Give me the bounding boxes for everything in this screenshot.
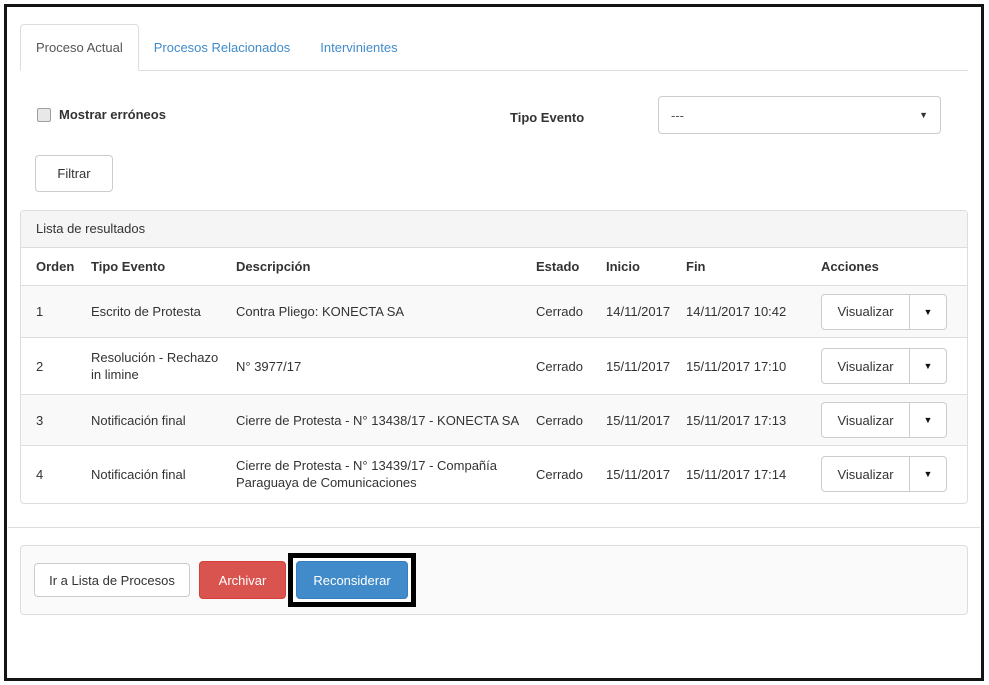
cell-tipo-evento: Escrito de Protesta [91,304,201,319]
chevron-down-icon: ▼ [919,110,928,120]
cell-orden: 2 [36,358,44,374]
col-header-tipo-evento: Tipo Evento [91,259,166,274]
col-header-descripcion: Descripción [236,259,311,274]
table-row: 1 Escrito de Protesta Contra Pliego: KON… [21,285,967,338]
visualizar-button-label: Visualizar [837,412,894,428]
visualizar-button[interactable]: Visualizar [821,293,910,330]
visualizar-button-label: Visualizar [837,304,894,319]
cell-descripcion: Cierre de Protesta - N° 13439/17 - Compa… [236,458,497,491]
tab-procesos-relacionados[interactable]: Procesos Relacionados [139,25,306,70]
cell-fin: 14/11/2017 10:42 [686,304,787,319]
cell-descripcion: Cierre de Protesta - N° 13438/17 - KONEC… [236,412,520,428]
table-row: 4 Notificación final Cierre de Protesta … [21,445,967,503]
window-border: Proceso Actual Procesos Relacionados Int… [4,4,984,681]
cell-estado: Cerrado [536,304,583,319]
cell-tipo-evento: Resolución - Rechazo in limine [91,350,219,382]
col-header-inicio: Inicio [606,259,640,274]
tab-proceso-actual[interactable]: Proceso Actual [20,24,139,71]
col-header-fin: Fin [686,259,706,274]
visualizar-dropdown-toggle[interactable]: ▼ [910,293,947,330]
tipo-evento-selected-value: --- [671,107,684,123]
mostrar-erroneos-row: Mostrar erróneos [37,107,166,122]
cell-inicio: 15/11/2017 [606,358,671,374]
tipo-evento-label: Tipo Evento [510,110,585,125]
cell-fin: 15/11/2017 17:14 [686,466,787,482]
annotation-highlight-box: Reconsiderar [288,553,416,607]
filtrar-button[interactable]: Filtrar [35,155,113,192]
visualizar-dropdown-toggle[interactable]: ▼ [910,456,947,493]
results-table: Orden Tipo Evento Descripción Estado Ini… [21,248,967,503]
caret-down-icon: ▼ [923,306,933,317]
cell-fin: 15/11/2017 17:13 [686,412,787,428]
reconsiderar-button[interactable]: Reconsiderar [296,561,408,599]
visualizar-button-group: Visualizar ▼ [821,348,947,384]
cell-descripcion: N° 3977/17 [236,358,302,374]
results-panel: Lista de resultados Orden Tipo Evento De… [20,210,968,504]
cell-inicio: 15/11/2017 [606,412,671,428]
visualizar-button[interactable]: Visualizar [821,402,910,438]
cell-acciones: Visualizar ▼ [813,395,967,446]
cell-orden: 4 [36,466,44,482]
cell-inicio: 14/11/2017 [606,304,671,319]
tipo-evento-select[interactable]: --- ▼ [658,96,941,134]
cell-estado: Cerrado [536,412,583,428]
table-row: 2 Resolución - Rechazo in limine N° 3977… [21,337,967,395]
visualizar-button-group: Visualizar ▼ [821,293,947,330]
cell-tipo-evento: Notificación final [91,412,186,428]
caret-down-icon: ▼ [923,469,933,480]
archivar-button[interactable]: Archivar [199,561,286,599]
cell-orden: 1 [36,304,44,319]
tab-bar: Proceso Actual Procesos Relacionados Int… [20,24,968,71]
visualizar-button-label: Visualizar [837,466,894,482]
cell-descripcion: Contra Pliego: KONECTA SA [236,304,405,319]
visualizar-button[interactable]: Visualizar [821,348,910,384]
mostrar-erroneos-label: Mostrar erróneos [59,107,166,122]
table-row: 3 Notificación final Cierre de Protesta … [21,394,967,446]
results-table-body: 1 Escrito de Protesta Contra Pliego: KON… [21,285,967,503]
tab-intervinientes[interactable]: Intervinientes [305,25,412,70]
cell-acciones: Visualizar ▼ [813,446,967,503]
caret-down-icon: ▼ [923,361,933,371]
visualizar-button-label: Visualizar [837,358,894,374]
footer-actions-panel: Ir a Lista de Procesos Archivar Reconsid… [20,545,968,615]
cell-tipo-evento: Notificación final [91,466,186,482]
col-header-estado: Estado [536,259,580,274]
cell-estado: Cerrado [536,466,583,482]
cell-acciones: Visualizar ▼ [813,286,967,338]
cell-acciones: Visualizar ▼ [813,338,967,395]
cell-estado: Cerrado [536,358,583,374]
visualizar-button-group: Visualizar ▼ [821,456,947,493]
cell-fin: 15/11/2017 17:10 [686,358,787,374]
cell-inicio: 15/11/2017 [606,466,671,482]
visualizar-button[interactable]: Visualizar [821,456,910,493]
visualizar-button-group: Visualizar ▼ [821,402,947,438]
caret-down-icon: ▼ [923,415,933,425]
ir-a-lista-de-procesos-button[interactable]: Ir a Lista de Procesos [34,563,190,597]
mostrar-erroneos-checkbox[interactable] [37,107,51,122]
col-header-acciones: Acciones [821,259,879,274]
results-panel-title: Lista de resultados [21,211,967,248]
visualizar-dropdown-toggle[interactable]: ▼ [910,348,947,384]
col-header-orden: Orden [36,259,75,274]
table-header-row: Orden Tipo Evento Descripción Estado Ini… [21,248,967,286]
cell-orden: 3 [36,412,44,428]
visualizar-dropdown-toggle[interactable]: ▼ [910,402,947,438]
content-divider [8,527,980,528]
